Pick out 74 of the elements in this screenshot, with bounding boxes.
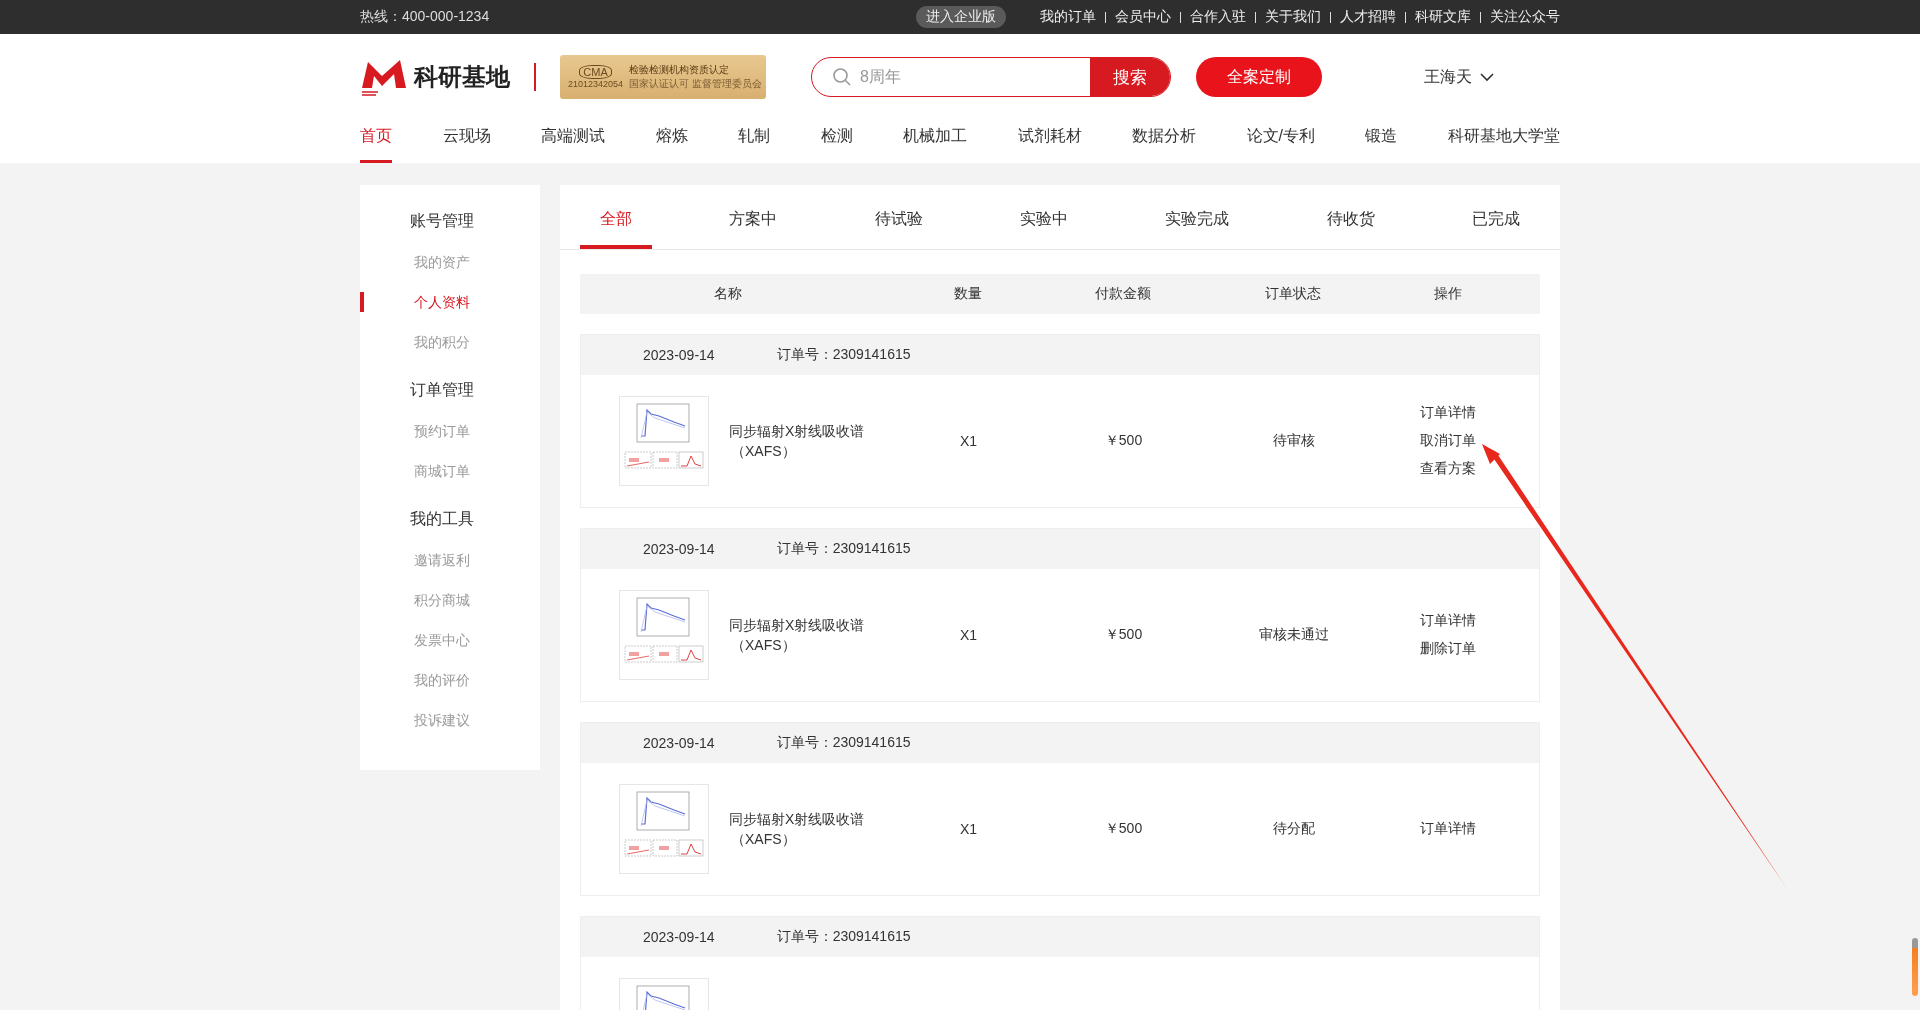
top-link[interactable]: 合作入驻 — [1190, 8, 1246, 26]
order-number: 订单号：2309141615 — [776, 734, 911, 752]
amount-text: ￥500 — [1104, 626, 1143, 642]
nav-tab[interactable]: 轧制 — [738, 120, 770, 157]
order-number: 订单号：2309141615 — [776, 346, 911, 364]
order-date: 2023-09-14 — [643, 929, 715, 945]
quantity-text: X1 — [959, 627, 978, 643]
order-tab[interactable]: 已完成 — [1451, 185, 1540, 249]
top-link[interactable]: 我的订单 — [1040, 8, 1096, 26]
nav-tab[interactable]: 科研基地大学堂 — [1447, 120, 1560, 157]
enterprise-button[interactable]: 进入企业版 — [916, 6, 1006, 28]
caret-icon — [1480, 72, 1494, 82]
hotline-text: 热线：400-000-1234 — [360, 8, 490, 26]
badge-code: 21012342054 — [568, 79, 624, 89]
order-date: 2023-09-14 — [643, 541, 715, 557]
nav-tab[interactable]: 检测 — [820, 120, 853, 157]
sidebar-item[interactable]: 个人资料 — [360, 292, 540, 312]
top-link[interactable]: 科研文库 — [1415, 8, 1471, 26]
order-action-link[interactable]: 订单详情 — [1420, 820, 1539, 838]
order-action-link[interactable]: 取消订单 — [1420, 432, 1539, 450]
order-tab[interactable]: 方案中 — [709, 185, 798, 249]
order-action-link[interactable]: 查看方案 — [1420, 460, 1539, 478]
custom-plan-button[interactable]: 全案定制 — [1196, 57, 1322, 97]
search-icon — [832, 67, 852, 87]
badge-mark: CMA — [579, 65, 612, 79]
nav-tab[interactable]: 熔炼 — [655, 120, 688, 157]
amount-text: ￥500 — [1104, 432, 1143, 448]
top-link[interactable]: 关注公众号 — [1490, 8, 1560, 26]
order-tab[interactable]: 待试验 — [854, 185, 943, 249]
order-tab[interactable]: 全部 — [580, 185, 652, 249]
column-header: 名称 — [712, 285, 743, 303]
scrollbar[interactable] — [1912, 938, 1918, 996]
nav-tab[interactable]: 论文/专利 — [1246, 120, 1315, 157]
nav-tab[interactable]: 高端测试 — [541, 120, 605, 157]
order-action-link[interactable]: 删除订单 — [1420, 640, 1539, 658]
column-header: 操作 — [1433, 285, 1463, 303]
column-header: 订单状态 — [1263, 285, 1322, 303]
badge-subtitle: 国家认证认可 监督管理委员会 — [629, 77, 762, 91]
order-date: 2023-09-14 — [643, 735, 715, 751]
nav-tab[interactable]: 锻造 — [1365, 120, 1398, 157]
status-text: 审核未通过 — [1258, 626, 1329, 642]
status-text: 待分配 — [1272, 820, 1315, 836]
product-name[interactable]: 同步辐射X射线吸收谱 （XAFS） — [729, 809, 865, 849]
nav-tab[interactable]: 试剂耗材 — [1017, 120, 1082, 157]
nav-tab[interactable]: 首页 — [360, 120, 392, 163]
status-text: 待审核 — [1272, 432, 1315, 448]
order-tab[interactable]: 实验中 — [1000, 185, 1088, 249]
user-menu[interactable]: 王海天 — [1418, 65, 1500, 89]
top-link[interactable]: 会员中心 — [1115, 8, 1171, 26]
amount-text: ￥500 — [1104, 820, 1143, 836]
nav-tab[interactable]: 云现场 — [442, 120, 491, 157]
order-number: 订单号：2309141615 — [776, 928, 911, 946]
product-name[interactable]: 同步辐射X射线吸收谱 （XAFS） — [729, 615, 865, 655]
top-link[interactable]: 人才招聘 — [1340, 8, 1396, 26]
column-header: 付款金额 — [1093, 285, 1152, 303]
sidebar-heading: 订单管理 — [409, 380, 475, 400]
order-number: 订单号：2309141615 — [776, 540, 911, 558]
order-action-link[interactable]: 订单详情 — [1420, 404, 1539, 422]
nav-tab[interactable]: 机械加工 — [903, 120, 967, 157]
sidebar-heading: 我的工具 — [409, 509, 475, 529]
order-date: 2023-09-14 — [643, 347, 715, 363]
order-tab[interactable]: 实验完成 — [1145, 185, 1250, 249]
product-name[interactable]: 同步辐射X射线吸收谱 （XAFS） — [729, 421, 865, 461]
order-tab[interactable]: 待收货 — [1306, 185, 1395, 249]
order-action-link[interactable]: 订单详情 — [1420, 612, 1539, 630]
column-header: 数量 — [952, 285, 983, 303]
quantity-text: X1 — [959, 433, 978, 449]
badge-title: 检验检测机构资质认定 — [629, 63, 731, 77]
top-link[interactable]: 关于我们 — [1265, 8, 1321, 26]
logo-text: 科研基地 — [414, 62, 510, 92]
nav-tab[interactable]: 数据分析 — [1132, 120, 1196, 157]
quantity-text: X1 — [959, 821, 978, 837]
sidebar-heading: 账号管理 — [409, 211, 475, 231]
search-button[interactable]: 搜索 — [1090, 58, 1170, 96]
